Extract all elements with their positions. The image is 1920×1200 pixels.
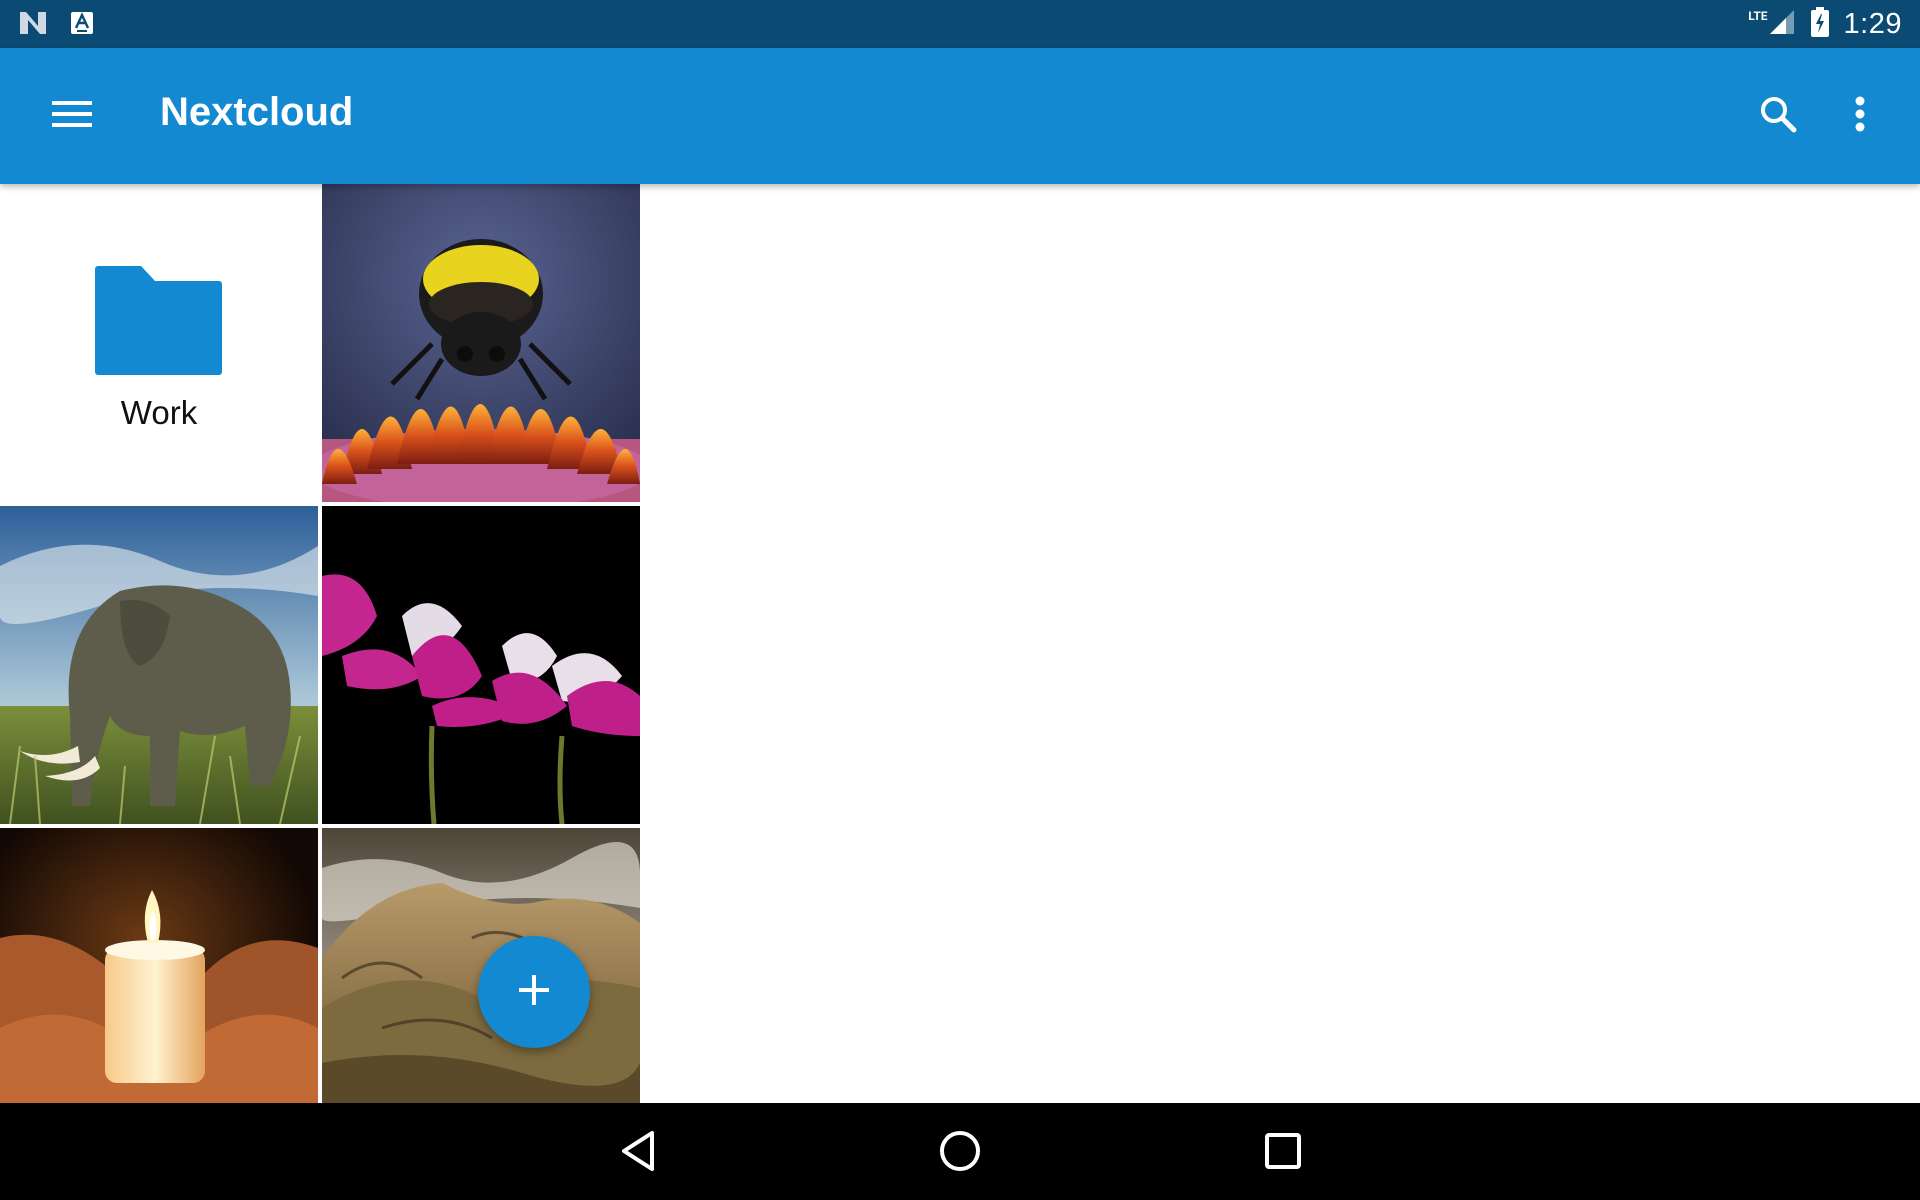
status-time: 1:29: [1843, 7, 1902, 40]
back-button[interactable]: [606, 1121, 670, 1185]
image-thumbnail-elephant[interactable]: [0, 506, 318, 824]
nextcloud-notification-icon: [18, 10, 48, 40]
plus-icon: [517, 973, 551, 1011]
folder-icon: [95, 266, 223, 380]
signal-icon: [1768, 8, 1796, 40]
more-options-button[interactable]: [1832, 88, 1888, 144]
folder-tile-work[interactable]: Work: [0, 184, 318, 502]
app-title: Nextcloud: [160, 90, 354, 134]
app-bar: Nextcloud: [0, 48, 1920, 184]
back-icon: [618, 1129, 658, 1177]
status-bar: LTE 1:29: [0, 0, 1920, 48]
more-vert-icon: [1854, 96, 1866, 136]
network-type-label: LTE: [1748, 9, 1768, 23]
keyboard-notification-icon: [70, 10, 94, 40]
image-thumbnail-mountains[interactable]: [322, 828, 640, 1103]
home-button[interactable]: [928, 1121, 992, 1185]
add-button[interactable]: [478, 936, 590, 1048]
menu-icon: [52, 99, 92, 133]
battery-charging-icon: [1810, 7, 1830, 41]
folder-label: Work: [120, 394, 198, 431]
search-icon: [1759, 95, 1797, 137]
image-thumbnail-bee[interactable]: [322, 184, 640, 502]
image-thumbnail-candle[interactable]: [0, 828, 318, 1103]
home-icon: [938, 1129, 982, 1177]
search-button[interactable]: [1750, 88, 1806, 144]
menu-button[interactable]: [40, 88, 104, 144]
recents-button[interactable]: [1251, 1121, 1315, 1185]
navigation-bar: [0, 1103, 1920, 1200]
recents-icon: [1263, 1131, 1303, 1175]
image-thumbnail-flowers[interactable]: [322, 506, 640, 824]
